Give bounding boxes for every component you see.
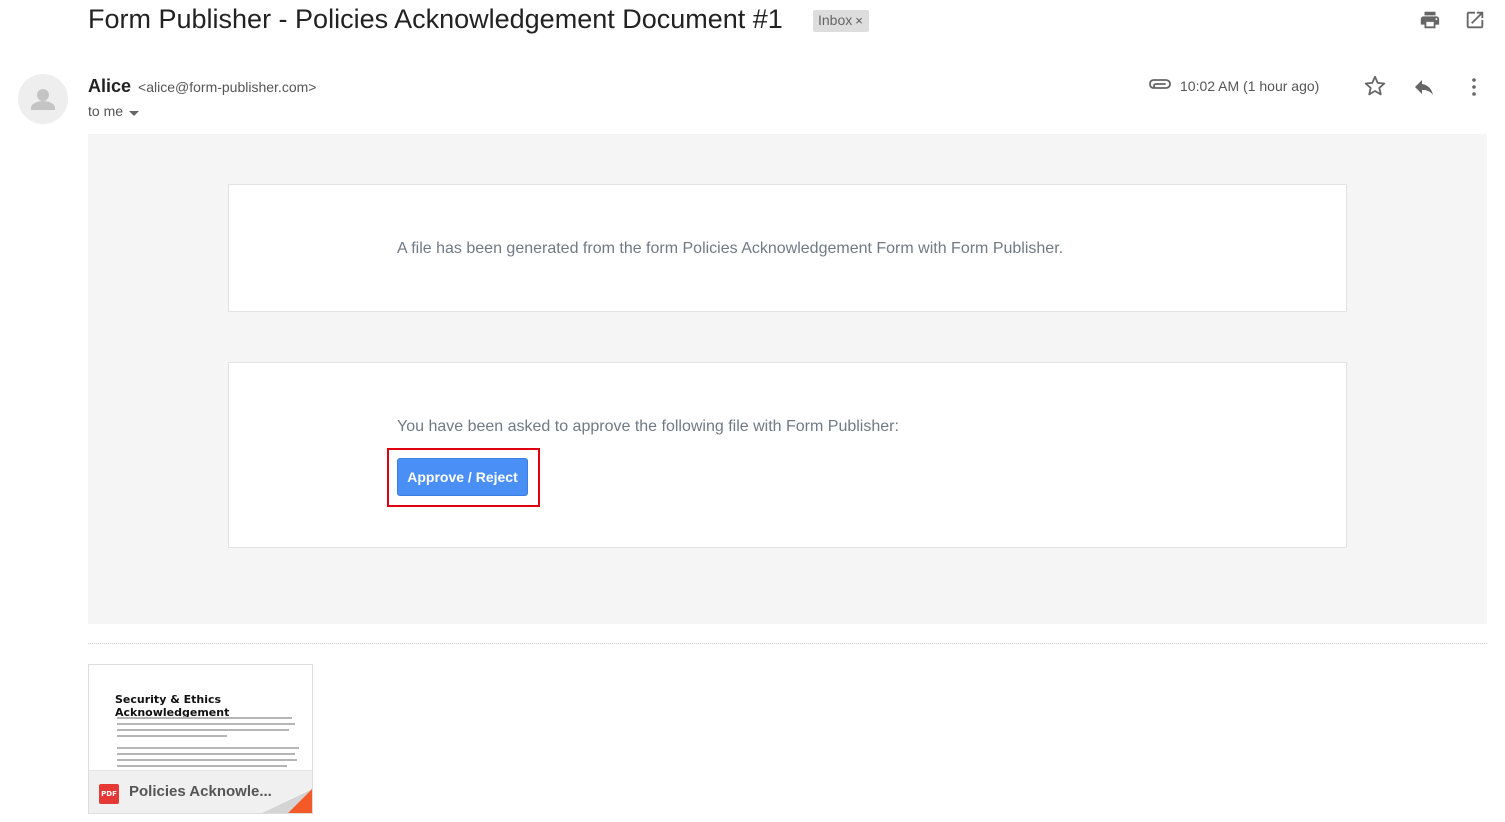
generated-file-message: A file has been generated from the form …: [397, 240, 1064, 257]
approve-reject-button[interactable]: Approve / Reject: [397, 458, 528, 496]
notification-card: A file has been generated from the form …: [228, 184, 1347, 312]
attachment-card[interactable]: Security & Ethics Acknowledgement PDF Po…: [88, 664, 313, 814]
star-icon[interactable]: [1363, 74, 1387, 98]
attachments-divider: [88, 643, 1487, 644]
inbox-label-text: Inbox: [818, 12, 853, 28]
default-avatar-icon: [18, 74, 68, 124]
preview-title: Security & Ethics Acknowledgement: [115, 693, 230, 719]
approval-request-message: You have been asked to approve the follo…: [397, 418, 899, 435]
print-icon[interactable]: [1419, 9, 1441, 31]
recipient-details[interactable]: to me: [88, 103, 140, 120]
sender-line: Alice <alice@form-publisher.com>: [88, 76, 316, 97]
attachment-filename: Policies Acknowle...: [129, 783, 272, 800]
reply-icon[interactable]: [1412, 75, 1436, 99]
inbox-label[interactable]: Inbox ×: [813, 10, 869, 32]
pdf-icon: PDF: [99, 784, 119, 804]
attachment-preview: Security & Ethics Acknowledgement: [89, 665, 312, 770]
approval-card: You have been asked to approve the follo…: [228, 362, 1347, 548]
sender-email: <alice@form-publisher.com>: [138, 79, 317, 95]
sender-name[interactable]: Alice: [88, 76, 131, 96]
caret-down-icon[interactable]: [129, 104, 140, 120]
email-subject: Form Publisher - Policies Acknowledgemen…: [88, 4, 783, 34]
more-vertical-icon[interactable]: [1462, 75, 1486, 99]
preview-text-lines: [117, 717, 305, 771]
paperclip-icon: [1148, 76, 1172, 100]
recipient-text: to me: [88, 103, 124, 119]
remove-label-button[interactable]: ×: [855, 13, 863, 28]
open-in-new-window-icon[interactable]: [1464, 9, 1486, 31]
email-timestamp: 10:02 AM (1 hour ago): [1180, 78, 1320, 94]
page-corner-fold-icon: [262, 788, 312, 813]
message-body: A file has been generated from the form …: [88, 134, 1487, 624]
